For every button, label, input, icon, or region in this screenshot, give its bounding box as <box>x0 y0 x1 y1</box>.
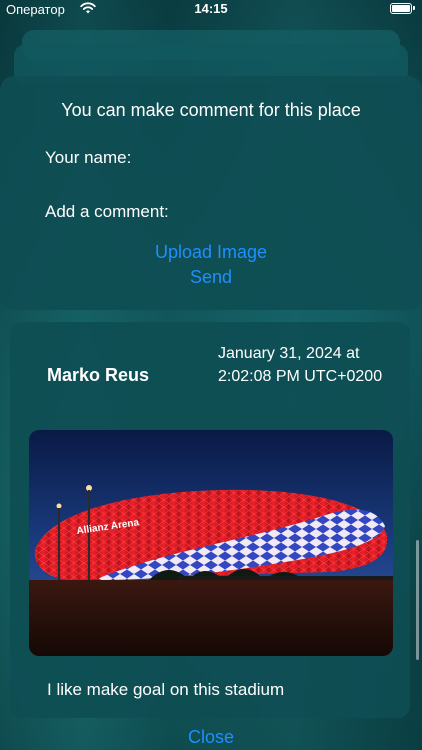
review-author: Marko Reus <box>47 365 150 385</box>
battery-icon <box>390 3 415 14</box>
name-field-label[interactable]: Your name: <box>45 148 131 168</box>
stadium-photo-image: Allianz Arena <box>29 430 393 656</box>
status-bar: Оператор 14:15 <box>0 0 422 20</box>
comment-field-label[interactable]: Add a comment: <box>45 202 169 222</box>
comment-form-card: You can make comment for this place Your… <box>0 76 422 310</box>
review-date: January 31, 2024 at 2:02:08 PM UTC+0200 <box>218 345 383 385</box>
upload-image-button[interactable]: Upload Image <box>0 242 422 263</box>
clock: 14:15 <box>194 1 228 16</box>
send-button[interactable]: Send <box>0 267 422 288</box>
scroll-indicator[interactable] <box>416 540 419 660</box>
review-card: Marko Reus January 31, 2024 at 2:02:08 P… <box>10 322 410 718</box>
review-photo[interactable]: Allianz Arena <box>29 430 393 656</box>
review-text: I like make goal on this stadium <box>47 680 285 699</box>
close-button[interactable]: Close <box>0 727 422 748</box>
comment-form-title: You can make comment for this place <box>61 100 361 120</box>
